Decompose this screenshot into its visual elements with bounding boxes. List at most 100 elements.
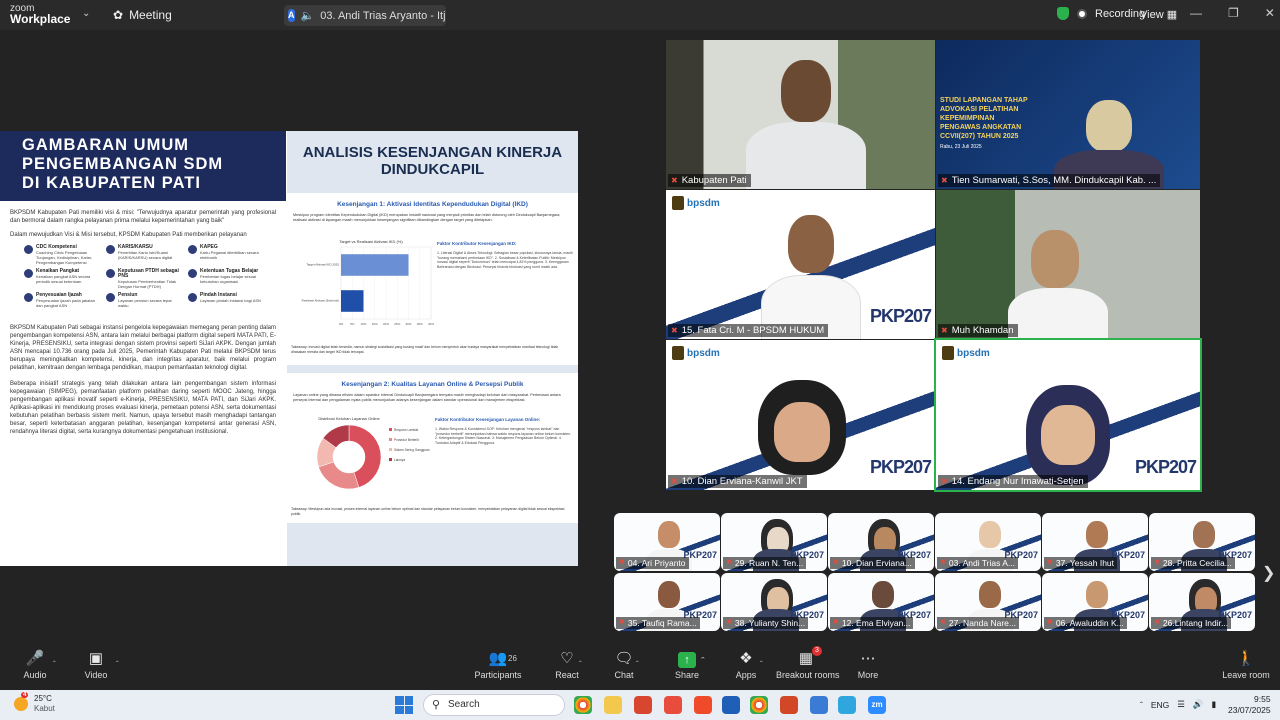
- taskbar-search[interactable]: ⚲ Search: [423, 694, 565, 716]
- video-tile[interactable]: bpsdm PKP207 ✖ 15. Fata Cri. M - BPSDM HU…: [666, 190, 935, 339]
- chevron-up-icon[interactable]: ˆ: [636, 654, 639, 676]
- ikd-bar-chart: Target vs Realisasi Aktivasi IKD (%) 0% 5%…: [302, 239, 435, 326]
- mic-muted-icon: ✖: [941, 176, 948, 185]
- chevron-up-icon[interactable]: ˆ: [760, 654, 763, 676]
- service-item: KAPEG Kartu Pegawai diterbitkan secara el…: [188, 245, 262, 265]
- app-icon[interactable]: [694, 696, 712, 714]
- edge-icon[interactable]: [838, 696, 856, 714]
- pkp-logo: PKP207: [869, 306, 932, 326]
- small-video-tile[interactable]: PKP207 ✖ 10. Dian Erviana...: [828, 513, 934, 571]
- chrome-icon[interactable]: [750, 696, 768, 714]
- small-video-tile[interactable]: PKP207 ✖ 28. Pritta Cecilia...: [1149, 513, 1255, 571]
- mic-muted-icon: ✖: [619, 619, 625, 626]
- recording-label: Recording: [1095, 7, 1146, 20]
- restore-icon[interactable]: ❐: [1228, 6, 1239, 20]
- legend-swatch: [389, 458, 392, 461]
- pie-slice: [318, 461, 360, 490]
- battery-icon[interactable]: ▮: [1211, 699, 1216, 710]
- chevron-up-icon[interactable]: ˆ: [116, 654, 119, 676]
- gap1-card: Kesenjangan 1: Aktivasi Identitas Kepend…: [287, 193, 578, 365]
- wifi-icon[interactable]: ☰: [1177, 699, 1185, 710]
- word-icon[interactable]: [722, 696, 740, 714]
- small-video-tile[interactable]: PKP207 ✖ 29. Ruan N. Ten...: [721, 513, 827, 571]
- zoom-workplace-logo[interactable]: zoom Workplace: [10, 4, 71, 26]
- share-button[interactable]: ↑ ˆ Share: [657, 648, 717, 680]
- service-item: CDC Kompetensi Coaching Clinic Pengelolaa…: [24, 245, 98, 265]
- small-video-tile[interactable]: PKP207 ✖ 27. Nanda Nare...: [935, 573, 1041, 631]
- small-video-tile[interactable]: PKP207 ✖ 37. Yessah Ihut: [1042, 513, 1148, 571]
- chevron-up-icon[interactable]: ˆ: [701, 654, 705, 670]
- chart-title: Distribusi Keluhan Layanan Online: [318, 416, 380, 421]
- breakout-label: Breakout rooms: [776, 670, 840, 680]
- mic-muted-icon: ✖: [671, 176, 678, 185]
- recording-status[interactable]: Recording: [1057, 7, 1145, 20]
- participants-button[interactable]: 👥 26 Participants: [468, 648, 528, 680]
- view-menu[interactable]: View ▦: [1140, 8, 1177, 21]
- zoom-icon[interactable]: zm: [868, 696, 886, 714]
- service-text: Layanan pensiun secara tepat waktu: [118, 298, 172, 308]
- y-tick-label: Target Aktivasi IKD 2025: [306, 263, 339, 267]
- close-icon[interactable]: ✕: [1265, 6, 1275, 20]
- more-button[interactable]: ⋯ More: [838, 648, 898, 680]
- minimize-icon[interactable]: —: [1190, 6, 1202, 20]
- next-page-arrow[interactable]: ❯: [1262, 563, 1275, 583]
- participants-icon: 👥 26: [468, 648, 528, 670]
- mic-muted-icon: ✖: [941, 326, 948, 335]
- volume-icon[interactable]: 🔊: [1193, 699, 1204, 710]
- small-video-tile[interactable]: PKP207 ✖ 26.Lintang Indir...: [1149, 573, 1255, 631]
- clock-date: 23/07/2025: [1228, 705, 1271, 715]
- video-name-label: ✖ 38. Yulianty Shin...: [723, 617, 809, 629]
- logo-workplace-text: Workplace: [10, 12, 71, 26]
- more-icon: ⋯: [860, 650, 876, 667]
- language-indicator[interactable]: ENG: [1151, 700, 1169, 710]
- chevron-down-icon[interactable]: ⌄: [82, 8, 90, 19]
- video-button[interactable]: ▣ ˆ Video: [66, 648, 126, 680]
- video-tile[interactable]: ✖ Kabupaten Pati: [666, 40, 935, 189]
- pkp-logo: PKP207: [1134, 457, 1197, 477]
- gap2-heading: Kesenjangan 2: Kualitas Layanan Online &…: [341, 381, 524, 388]
- mic-muted-icon: ✖: [1154, 559, 1160, 566]
- powerpoint-icon[interactable]: [780, 696, 798, 714]
- breakout-rooms-button[interactable]: ▦ 3 Breakout rooms: [776, 646, 840, 680]
- video-tile[interactable]: bpsdm PKP207 ✖ 10. Dian Erviana-Kanwil JK…: [666, 340, 935, 490]
- legend-label: Sistem Sering Gangguan: [394, 448, 430, 452]
- app-icon[interactable]: [810, 696, 828, 714]
- mic-muted-icon: 🎤 ˆ: [5, 648, 65, 670]
- small-video-tile[interactable]: PKP207 ✖ 03. Andi Trias A...: [935, 513, 1041, 571]
- video-tile[interactable]: ✖ Muh Khamdan: [936, 190, 1200, 339]
- screen-share-tab[interactable]: A 🔈 03. Andi Trias Aryanto - Itjen': [284, 5, 446, 26]
- react-button[interactable]: ♡ ˆ React: [537, 648, 597, 680]
- chevron-up-icon[interactable]: ˆ: [53, 654, 56, 676]
- video-name-label: ✖ Muh Khamdan: [938, 324, 1018, 337]
- small-video-tile[interactable]: PKP207 ✖ 35. Taufiq Rama...: [614, 573, 720, 631]
- video-tile[interactable]: STUDI LAPANGAN TAHAP ADVOKASI PELATIHAN …: [936, 40, 1200, 189]
- weather-widget[interactable]: 4 25°C Kabut: [14, 692, 55, 714]
- leave-room-button[interactable]: 🚶 Leave room: [1216, 648, 1276, 680]
- record-icon: [1077, 8, 1087, 19]
- audio-button[interactable]: 🎤 ˆ Audio: [5, 648, 65, 680]
- chevron-up-icon[interactable]: ˆ: [1140, 700, 1143, 710]
- clock[interactable]: 9:55 23/07/2025: [1228, 694, 1271, 716]
- doc-right-title: ANALISIS KESENJANGAN KINERJA DINDUKCAPIL: [287, 131, 578, 191]
- small-video-tile[interactable]: PKP207 ✖ 38. Yulianty Shin...: [721, 573, 827, 631]
- small-video-tile[interactable]: PKP207 ✖ 06. Awaluddin K...: [1042, 573, 1148, 631]
- meeting-menu[interactable]: ✿ Meeting: [113, 8, 172, 22]
- service-text: Penyesuaian ijazah pada jabatan dan pang…: [36, 298, 95, 308]
- video-tile-active-speaker[interactable]: bpsdm PKP207 ✖ 14. Endang Nur Imawati-Set…: [934, 338, 1202, 492]
- video-name-label: ✖ 35. Taufiq Rama...: [616, 617, 700, 629]
- small-video-tile[interactable]: PKP207 ✖ 04. Ari Priyanto: [614, 513, 720, 571]
- legend-label: Prosedur Berbelit: [394, 438, 419, 442]
- windows-start-icon[interactable]: [395, 696, 413, 714]
- chevron-up-icon[interactable]: ˆ: [579, 654, 582, 676]
- chat-button[interactable]: 🗨 ˆ Chat: [594, 648, 654, 680]
- apps-button[interactable]: ❖ ˆ Apps: [716, 648, 776, 680]
- apps-label: Apps: [735, 670, 757, 680]
- small-video-tile[interactable]: PKP207 ✖ 12. Ema Elviyan...: [828, 573, 934, 631]
- file-explorer-icon[interactable]: [604, 696, 622, 714]
- app-icon[interactable]: [664, 696, 682, 714]
- participant-face: [781, 60, 831, 122]
- more-label: More: [857, 670, 879, 680]
- chat-icon: 🗨 ˆ: [594, 648, 654, 670]
- chrome-icon[interactable]: [574, 696, 592, 714]
- store-icon[interactable]: [634, 696, 652, 714]
